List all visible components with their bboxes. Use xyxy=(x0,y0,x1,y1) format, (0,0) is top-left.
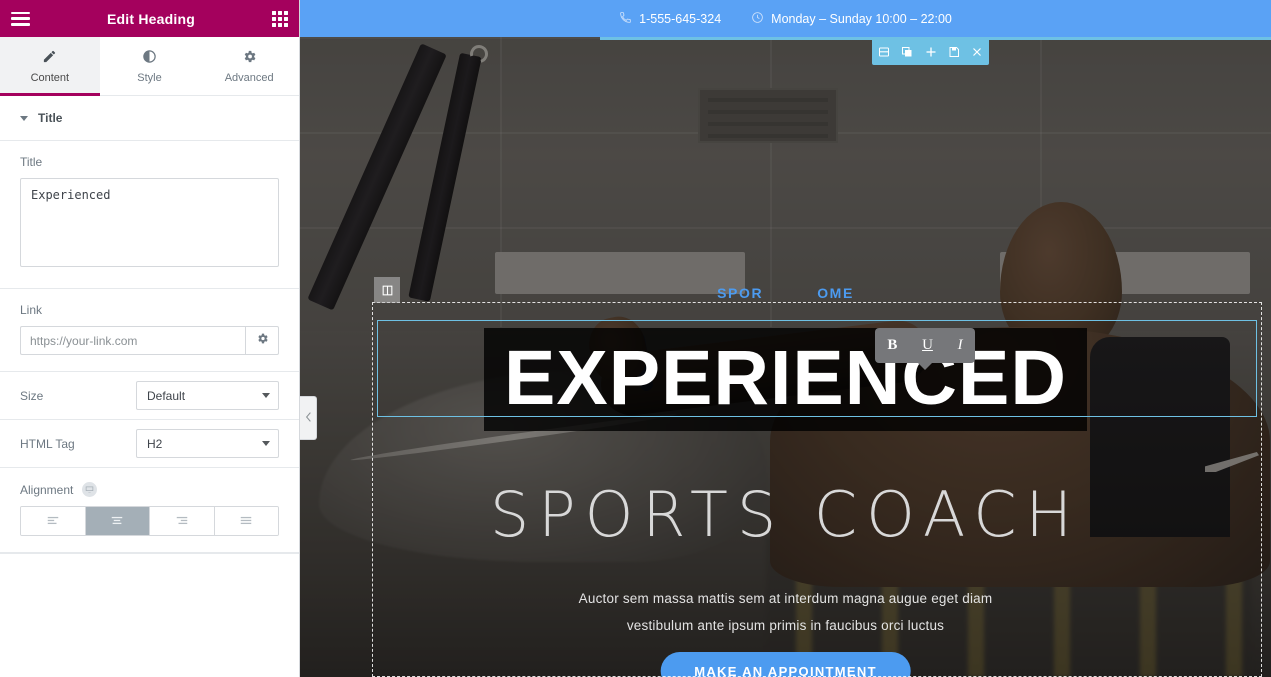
underline-button[interactable]: U xyxy=(922,337,933,354)
title-input[interactable] xyxy=(20,178,279,267)
section-handle-icon[interactable] xyxy=(872,38,895,65)
hero-heading-text: EXPERIENCED xyxy=(484,328,1087,431)
hero-content: SPOR OME EXPERIENCED SPORTS COACH Auctor… xyxy=(300,37,1271,677)
plus-icon[interactable] xyxy=(919,38,942,65)
preview-canvas: 1-555-645-324 Monday – Sunday 10:00 – 22… xyxy=(300,0,1271,677)
panel-body: Title Title Link Size xyxy=(0,96,299,677)
hero-heading[interactable]: EXPERIENCED xyxy=(300,328,1271,431)
hero-section: SPOR OME EXPERIENCED SPORTS COACH Auctor… xyxy=(300,37,1271,677)
elementor-editor: Edit Heading Content Style Advanced Titl… xyxy=(0,0,1271,677)
align-justify-button[interactable] xyxy=(214,507,278,535)
link-input[interactable] xyxy=(20,326,245,355)
tab-style-label: Style xyxy=(137,71,162,84)
link-label: Link xyxy=(20,303,43,317)
tab-content-label: Content xyxy=(30,71,70,84)
panel-footer xyxy=(0,553,299,554)
alignment-label: Alignment xyxy=(20,482,74,497)
hero-paragraph: Auctor sem massa mattis sem at interdum … xyxy=(571,585,1001,639)
panel-title: Edit Heading xyxy=(107,10,195,27)
bold-button[interactable]: B xyxy=(887,337,897,354)
chevron-down-icon xyxy=(262,393,270,398)
editor-panel: Edit Heading Content Style Advanced Titl… xyxy=(0,0,300,677)
html-tag-value: H2 xyxy=(147,436,163,451)
control-title: Title xyxy=(0,141,299,289)
size-label: Size xyxy=(20,388,44,403)
duplicate-icon[interactable] xyxy=(895,38,918,65)
phone-icon xyxy=(619,11,632,27)
tab-advanced[interactable]: Advanced xyxy=(199,37,299,95)
align-right-button[interactable] xyxy=(150,507,215,535)
size-select[interactable]: Default xyxy=(136,381,279,410)
topbar-hours-text: Monday – Sunday 10:00 – 22:00 xyxy=(771,11,952,26)
site-topbar: 1-555-645-324 Monday – Sunday 10:00 – 22… xyxy=(300,0,1271,37)
gear-icon xyxy=(256,332,269,350)
inline-format-toolbar: B U I xyxy=(875,328,975,363)
contrast-icon xyxy=(142,49,157,67)
hero-paragraph-line1: Auctor sem massa mattis sem at interdum … xyxy=(578,591,993,606)
control-html-tag: HTML Tag H2 xyxy=(0,420,299,468)
topbar-hours: Monday – Sunday 10:00 – 22:00 xyxy=(751,11,952,27)
column-handle-icon[interactable] xyxy=(374,277,400,303)
tab-style[interactable]: Style xyxy=(100,37,200,95)
italic-button[interactable]: I xyxy=(958,337,963,354)
hero-paragraph-line2: vestibulum ante ipsum primis in faucibus… xyxy=(626,618,945,633)
control-link: Link xyxy=(0,289,299,372)
panel-header: Edit Heading xyxy=(0,0,299,37)
tab-advanced-label: Advanced xyxy=(224,71,274,84)
alignment-choices xyxy=(20,506,279,536)
html-tag-select[interactable]: H2 xyxy=(136,429,279,458)
topbar-phone[interactable]: 1-555-645-324 xyxy=(619,11,721,27)
title-label: Title xyxy=(20,155,43,169)
section-toolbar xyxy=(872,38,989,65)
gear-icon xyxy=(242,49,257,67)
section-title-header[interactable]: Title xyxy=(0,96,299,141)
topbar-phone-text: 1-555-645-324 xyxy=(639,11,722,26)
close-icon[interactable] xyxy=(966,38,989,65)
chevron-down-icon xyxy=(262,441,270,446)
align-center-button[interactable] xyxy=(85,507,150,535)
link-options-button[interactable] xyxy=(245,326,279,355)
tab-content[interactable]: Content xyxy=(0,37,100,96)
hero-subheading: SPORTS COACH xyxy=(489,478,1082,551)
make-appointment-button[interactable]: MAKE AN APPOINTMENT xyxy=(660,652,911,677)
control-size: Size Default xyxy=(0,372,299,420)
site-nav: SPOR OME xyxy=(300,285,1271,301)
chevron-down-icon xyxy=(20,115,28,121)
hamburger-icon[interactable] xyxy=(11,11,30,26)
save-icon[interactable] xyxy=(942,38,965,65)
html-tag-label: HTML Tag xyxy=(20,436,75,451)
align-left-button[interactable] xyxy=(21,507,86,535)
size-value: Default xyxy=(147,388,186,403)
panel-tabs: Content Style Advanced xyxy=(0,37,299,96)
panel-collapse-button[interactable] xyxy=(300,396,317,440)
section-title-label: Title xyxy=(38,111,63,125)
grid-icon[interactable] xyxy=(272,10,288,27)
nav-item-left[interactable]: SPOR xyxy=(717,285,763,301)
responsive-icon[interactable] xyxy=(82,482,98,497)
chevron-left-icon xyxy=(305,409,312,427)
clock-icon xyxy=(751,11,764,27)
control-alignment: Alignment xyxy=(0,468,299,553)
pencil-icon xyxy=(42,49,57,67)
nav-item-right[interactable]: OME xyxy=(817,285,854,301)
